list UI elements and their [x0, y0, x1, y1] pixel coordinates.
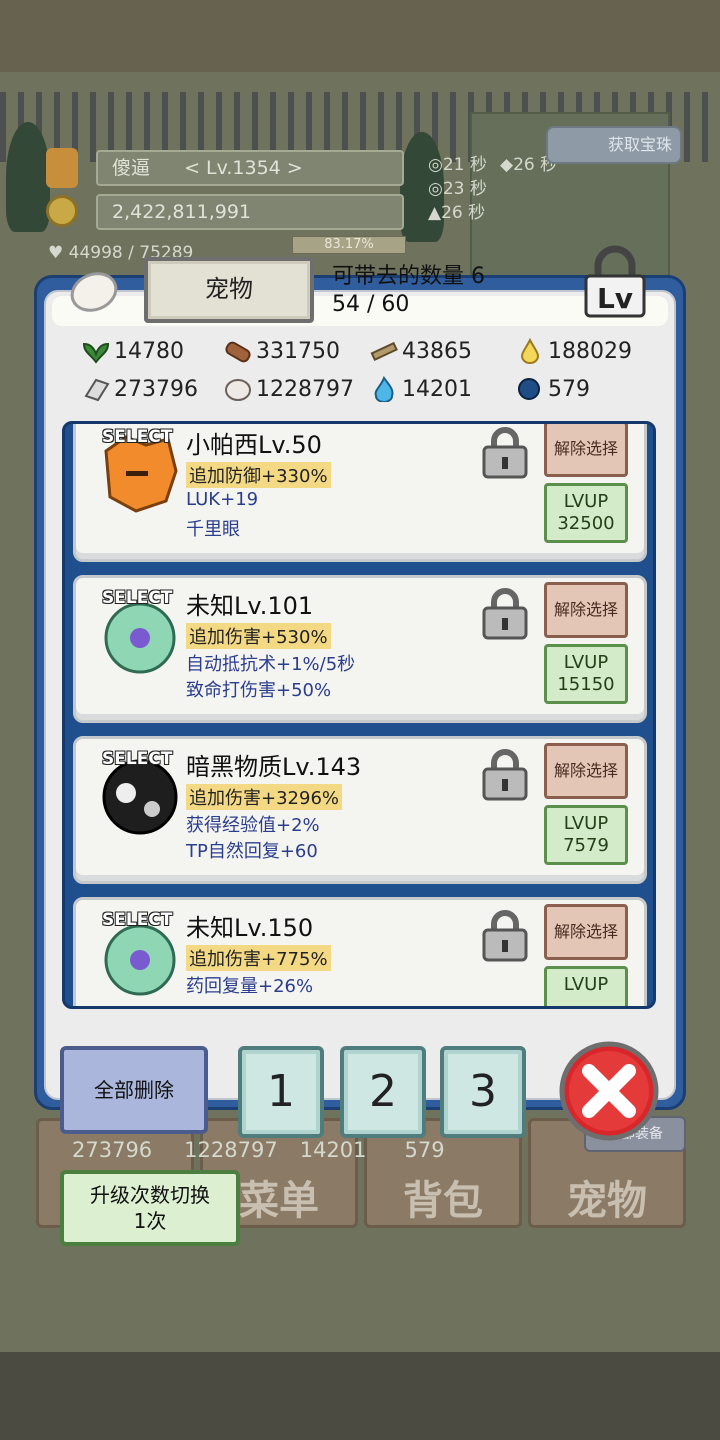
- exp-percent: 83.17%: [324, 237, 374, 252]
- pet-card[interactable]: SELECT 未知Lv.150 追加伤害+775% 药回复量+26% 解除选择 …: [73, 897, 647, 1006]
- modal-title: 宠物: [205, 275, 253, 303]
- player-name-box: 傻逼 < Lv.1354 >: [96, 150, 404, 186]
- lvup-cost: 32500: [557, 513, 615, 534]
- behind-stone: 1228797: [184, 1138, 278, 1162]
- timer-3: ◎23 秒: [428, 179, 487, 199]
- lvup-cost: 15150: [557, 674, 615, 695]
- pet-primary-stat: 追加防御+330%: [186, 462, 331, 488]
- slot-1-button[interactable]: 1: [238, 1046, 324, 1138]
- lock-icon[interactable]: [480, 427, 530, 479]
- modal-title-tab: 宠物: [144, 257, 314, 323]
- navigation-bar-area: [0, 1352, 720, 1440]
- resource-plank: 43865: [370, 338, 472, 364]
- close-icon: [559, 1041, 659, 1141]
- status-bar-area: [0, 0, 720, 72]
- pet-stat: 千里眼: [186, 519, 240, 540]
- lvup-cost: 7579: [563, 835, 609, 856]
- gold-box: 2,422,811,991: [96, 194, 404, 230]
- resource-iron: 273796: [82, 376, 198, 402]
- select-tag: SELECT: [102, 749, 173, 769]
- plank-icon: [370, 341, 398, 362]
- lvup-label: LVUP: [563, 491, 609, 512]
- lvup-label: LVUP: [563, 974, 609, 995]
- resource-herb: 14780: [82, 338, 184, 364]
- wood-log-icon: [225, 341, 251, 363]
- pet-list[interactable]: SELECT 小帕西Lv.50 追加防御+330% LUK+19 千里眼 解除选…: [62, 421, 656, 1009]
- carry-count: 54 / 60: [332, 292, 410, 317]
- player-level: < Lv.1354 >: [184, 157, 303, 179]
- delete-all-label: 全部删除: [94, 1078, 174, 1102]
- pet-stat: TP自然回复+60: [186, 841, 318, 862]
- deselect-button[interactable]: 解除选择: [544, 904, 628, 960]
- pet-stat: 获得经验值+2%: [186, 815, 320, 836]
- deselect-button[interactable]: 解除选择: [544, 743, 628, 799]
- behind-flame: 14201: [299, 1138, 367, 1162]
- behind-orb: 579: [404, 1138, 445, 1162]
- gold-coin-icon: [46, 195, 78, 227]
- pet-stat: 致命打伤害+50%: [186, 680, 332, 701]
- lvup-button[interactable]: LVUP: [544, 966, 628, 1006]
- pet-name: 小帕西Lv.50: [186, 431, 322, 459]
- upgrade-toggle-label: 升级次数切换: [90, 1183, 210, 1207]
- slot-3-button[interactable]: 3: [440, 1046, 526, 1138]
- pet-primary-stat: 追加伤害+775%: [186, 945, 331, 971]
- pet-card[interactable]: SELECT 小帕西Lv.50 追加防御+330% LUK+19 千里眼 解除选…: [73, 424, 647, 562]
- close-button[interactable]: [556, 1040, 662, 1142]
- resource-gold-drop: 188029: [516, 338, 632, 364]
- resource-dark-orb: 579: [516, 376, 590, 402]
- lock-icon[interactable]: [480, 588, 530, 640]
- lock-icon[interactable]: [480, 749, 530, 801]
- pet-card[interactable]: SELECT 未知Lv.101 追加伤害+530% 自动抵抗术+1%/5秒 致命…: [73, 575, 647, 723]
- level-lock-icon[interactable]: Lv: [582, 244, 648, 320]
- select-tag: SELECT: [102, 427, 173, 447]
- svg-text:Lv: Lv: [597, 282, 633, 315]
- stone-icon: [225, 379, 251, 401]
- resource-stone: 1228797: [224, 376, 354, 402]
- pet-name: 未知Lv.101: [186, 592, 314, 620]
- resource-wood-log: 331750: [224, 338, 340, 364]
- timer-1: ◎21 秒: [428, 155, 487, 175]
- iron-ingot-icon: [84, 378, 110, 402]
- blue-flame-icon: [374, 376, 394, 402]
- lvup-button[interactable]: LVUP 15150: [544, 644, 628, 704]
- pet-stat: 药回复量+26%: [186, 976, 314, 997]
- pet-stat: 自动抵抗术+1%/5秒: [186, 654, 356, 675]
- timer-4: ▲26 秒: [428, 203, 486, 223]
- lvup-label: LVUP: [563, 813, 609, 834]
- pet-stat: LUK+19: [186, 489, 259, 510]
- slot-2-button[interactable]: 2: [340, 1046, 426, 1138]
- resource-blue-flame: 14201: [370, 376, 472, 402]
- gold-amount: 2,422,811,991: [112, 201, 252, 223]
- get-gem-label: 获取宝珠: [607, 135, 672, 154]
- behind-resource-row: 273796 1228797 14201 579: [48, 1138, 608, 1162]
- dark-orb-icon: [518, 378, 540, 400]
- delete-all-button[interactable]: 全部删除: [60, 1046, 208, 1134]
- lvup-button[interactable]: LVUP 7579: [544, 805, 628, 865]
- behind-iron: 273796: [72, 1138, 153, 1162]
- herb-icon: [82, 342, 110, 364]
- select-tag: SELECT: [102, 588, 173, 608]
- upgrade-toggle-value: 1次: [133, 1209, 167, 1233]
- deselect-button[interactable]: 解除选择: [544, 424, 628, 477]
- lvup-label: LVUP: [563, 652, 609, 673]
- carry-capacity-label: 可带去的数量 6: [332, 264, 485, 289]
- get-gem-button[interactable]: 获取宝珠: [546, 126, 682, 164]
- pet-primary-stat: 追加伤害+3296%: [186, 784, 342, 810]
- exp-bar: 83.17%: [292, 236, 406, 254]
- lvup-button[interactable]: LVUP 32500: [544, 483, 628, 543]
- upgrade-count-toggle[interactable]: 升级次数切换 1次: [60, 1170, 240, 1246]
- player-avatar: [46, 148, 78, 188]
- pet-primary-stat: 追加伤害+530%: [186, 623, 331, 649]
- lock-icon[interactable]: [480, 910, 530, 962]
- deselect-button[interactable]: 解除选择: [544, 582, 628, 638]
- pet-card[interactable]: SELECT 暗黑物质Lv.143 追加伤害+3296% 获得经验值+2% TP…: [73, 736, 647, 884]
- player-name: 傻逼: [112, 157, 151, 179]
- pet-name: 未知Lv.150: [186, 914, 314, 942]
- pet-name: 暗黑物质Lv.143: [186, 753, 362, 781]
- gold-drop-icon: [520, 338, 540, 364]
- select-tag: SELECT: [102, 910, 173, 930]
